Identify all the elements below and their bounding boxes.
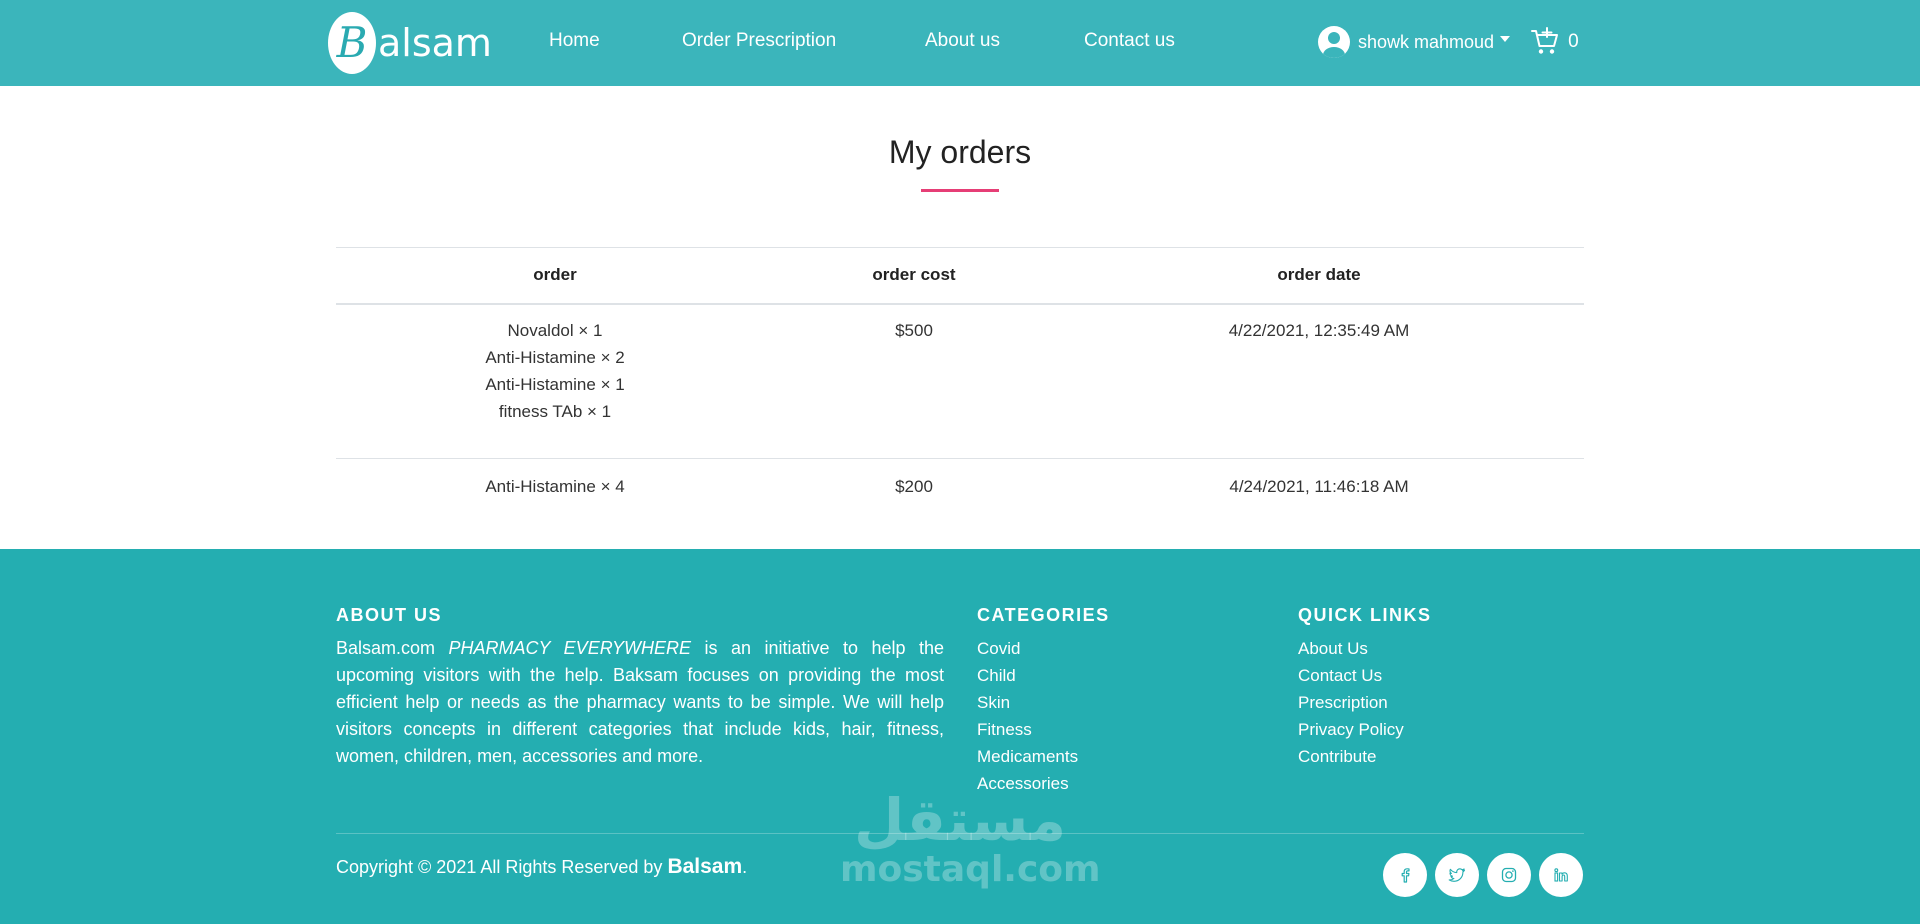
watermark: مستقل mostaql.com (840, 786, 1101, 890)
header-order-date: order date (1054, 247, 1584, 305)
social-links (1383, 853, 1583, 897)
category-link-child[interactable]: Child (977, 662, 1078, 689)
nav-order-prescription[interactable]: Order Prescription (682, 30, 836, 52)
category-link-fitness[interactable]: Fitness (977, 716, 1078, 743)
nav-home[interactable]: Home (549, 30, 600, 52)
quick-link-contact-us[interactable]: Contact Us (1298, 662, 1404, 689)
quick-links-list: About Us Contact Us Prescription Privacy… (1298, 635, 1404, 770)
about-heading: ABOUT US (336, 605, 442, 625)
quick-link-prescription[interactable]: Prescription (1298, 689, 1404, 716)
order-items-cell: Anti-Histamine × 4 (336, 459, 774, 543)
copyright: Copyright © 2021 All Rights Reserved by … (336, 855, 747, 879)
header-order: order (336, 247, 774, 305)
order-item: Anti-Histamine × 2 (485, 347, 625, 367)
order-item: Anti-Histamine × 4 (485, 477, 625, 496)
quick-link-contribute[interactable]: Contribute (1298, 743, 1404, 770)
table-row: Novaldol × 1 Anti-Histamine × 2 Anti-His… (336, 303, 1584, 459)
categories-heading: CATEGORIES (977, 605, 1110, 625)
instagram-button[interactable] (1487, 853, 1531, 897)
caret-down-icon[interactable] (1500, 36, 1511, 42)
watermark-latin: mostaql.com (840, 849, 1101, 890)
category-link-medicaments[interactable]: Medicaments (977, 743, 1078, 770)
quick-link-about-us[interactable]: About Us (1298, 635, 1404, 662)
header-order-cost: order cost (774, 247, 1054, 305)
linkedin-icon (1554, 868, 1568, 882)
nav-right: showk mahmoud 0 (1318, 24, 1579, 60)
cart-count: 0 (1568, 31, 1579, 52)
twitter-button[interactable] (1435, 853, 1479, 897)
categories-list: Covid Child Skin Fitness Medicaments Acc… (977, 635, 1078, 797)
watermark-arabic: مستقل (853, 786, 1067, 854)
page-title: My orders (888, 134, 1032, 170)
nav-contact-us[interactable]: Contact us (1084, 30, 1175, 52)
logo-badge: B (328, 12, 376, 74)
copyright-end: . (742, 857, 748, 877)
category-link-skin[interactable]: Skin (977, 689, 1078, 716)
order-cost-cell: $500 (774, 303, 1054, 459)
about-text: Balsam.com PHARMACY EVERYWHERE is an ini… (336, 635, 944, 770)
about-text-start: Balsam.com (336, 638, 449, 658)
order-date-cell: 4/24/2021, 11:46:18 AM (1229, 477, 1409, 496)
brand-logo[interactable]: B alsam (328, 11, 492, 75)
orders-table: order order cost order date Novaldol × 1… (336, 247, 1584, 543)
order-cost-cell: $200 (895, 477, 933, 496)
order-items-cell: Novaldol × 1 Anti-Histamine × 2 Anti-His… (336, 303, 774, 459)
quick-links-heading: QUICK LINKS (1298, 605, 1432, 625)
order-item: fitness TAb × 1 (498, 401, 612, 421)
table-row: Anti-Histamine × 4 $200 4/24/2021, 11:46… (336, 459, 1584, 543)
facebook-button[interactable] (1383, 853, 1427, 897)
twitter-icon (1448, 868, 1466, 882)
cart-icon[interactable] (1530, 27, 1560, 57)
title-underline (921, 189, 999, 192)
copyright-text: Copyright © 2021 All Rights Reserved by (336, 857, 668, 877)
about-text-tagline: PHARMACY EVERYWHERE (448, 638, 692, 658)
copyright-brand[interactable]: Balsam (667, 855, 742, 878)
table-header-row: order order cost order date (336, 247, 1584, 305)
user-menu-toggle[interactable]: showk mahmoud (1358, 32, 1494, 53)
order-item: Novaldol × 1 (507, 320, 603, 340)
user-avatar-icon[interactable] (1318, 26, 1350, 58)
logo-initial: B (336, 18, 368, 67)
order-date-cell: 4/22/2021, 12:35:49 AM (1054, 303, 1584, 459)
logo-text: alsam (378, 21, 492, 65)
linkedin-button[interactable] (1539, 853, 1583, 897)
order-item: Anti-Histamine × 1 (485, 374, 625, 394)
category-link-covid[interactable]: Covid (977, 635, 1078, 662)
facebook-icon (1401, 868, 1410, 883)
instagram-icon (1501, 867, 1517, 883)
navbar: B alsam Home Order Prescription About us… (0, 0, 1920, 86)
nav-about-us[interactable]: About us (925, 30, 1000, 52)
quick-link-privacy-policy[interactable]: Privacy Policy (1298, 716, 1404, 743)
